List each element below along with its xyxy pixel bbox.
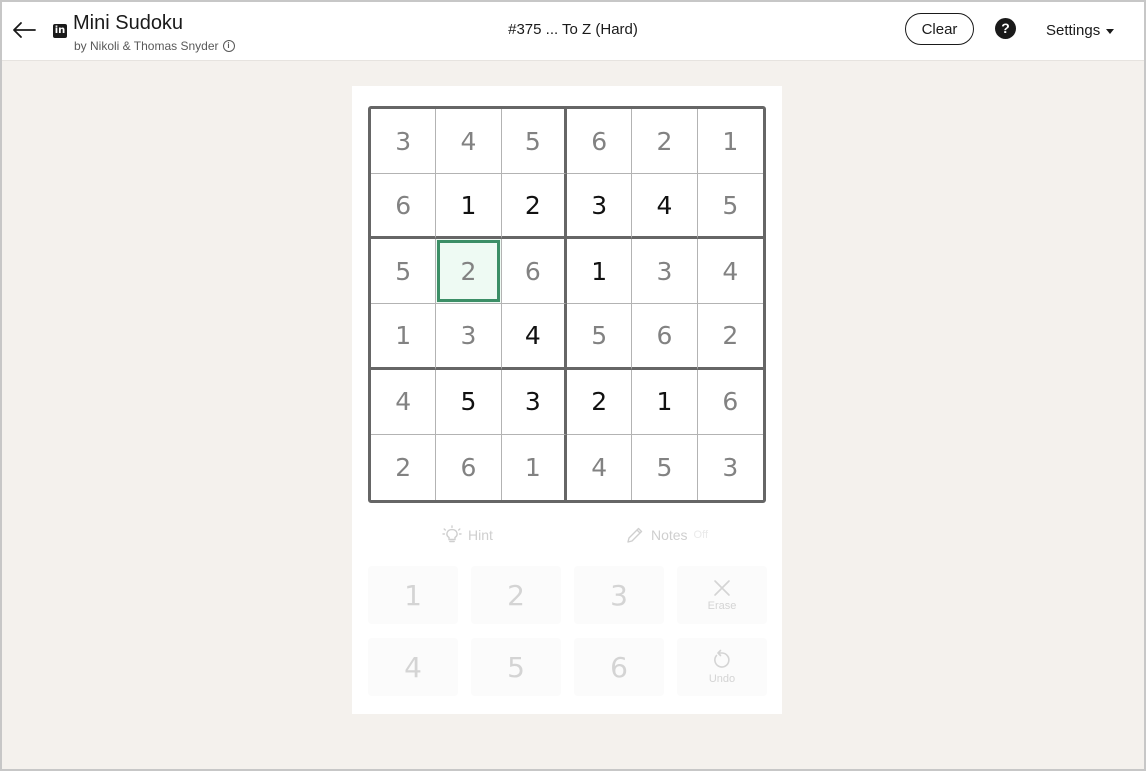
sudoku-board: 345621612345526134134562453216261453 xyxy=(368,106,766,503)
board-cell-r5c2[interactable]: 5 xyxy=(436,369,502,435)
settings-label: Settings xyxy=(1046,22,1101,39)
board-cell-r2c6[interactable]: 5 xyxy=(697,174,763,240)
board-cell-r3c2[interactable]: 2 xyxy=(436,239,502,305)
key-3-label: 3 xyxy=(610,578,628,612)
board-cell-r3c1[interactable]: 5 xyxy=(371,239,437,305)
board-cell-r2c5[interactable]: 4 xyxy=(632,174,698,240)
board-cell-r2c1[interactable]: 6 xyxy=(371,174,437,240)
board-cell-r3c4[interactable]: 1 xyxy=(567,239,633,305)
board-cell-r3c3[interactable]: 6 xyxy=(501,239,567,305)
board-cell-r1c5[interactable]: 2 xyxy=(632,109,698,175)
board-cell-r1c1[interactable]: 3 xyxy=(371,109,437,175)
board-cell-r4c2[interactable]: 3 xyxy=(436,304,502,370)
clear-button[interactable]: Clear xyxy=(905,13,974,45)
pencil-icon xyxy=(627,527,643,543)
board-cell-r1c6[interactable]: 1 xyxy=(697,109,763,175)
linkedin-logo-icon: in xyxy=(53,24,67,38)
key-5-label: 5 xyxy=(507,650,525,684)
board-cell-r5c4[interactable]: 2 xyxy=(567,369,633,435)
board-cell-r2c2[interactable]: 1 xyxy=(436,174,502,240)
puzzle-title: #375 ... To Z (Hard) xyxy=(508,21,638,38)
key-2[interactable]: 2 xyxy=(471,566,561,624)
board-cell-r1c3[interactable]: 5 xyxy=(501,109,567,175)
board-cell-r6c1[interactable]: 2 xyxy=(371,434,437,500)
settings-dropdown[interactable]: Settings xyxy=(1046,22,1115,39)
board-cell-r1c4[interactable]: 6 xyxy=(567,109,633,175)
hint-button[interactable]: Hint xyxy=(368,522,567,548)
key-2-label: 2 xyxy=(507,578,525,612)
board-cell-r6c3[interactable]: 1 xyxy=(502,434,567,500)
board-cell-r4c3[interactable]: 4 xyxy=(501,304,567,370)
help-icon[interactable]: ? xyxy=(995,18,1016,39)
arrow-left-icon xyxy=(13,22,36,38)
lightbulb-icon xyxy=(442,525,462,543)
board-cell-r2c4[interactable]: 3 xyxy=(567,174,633,240)
key-4-label: 4 xyxy=(404,650,422,684)
board-cell-r5c1[interactable]: 4 xyxy=(371,369,437,435)
board-cell-r3c5[interactable]: 3 xyxy=(632,239,698,305)
game-panel: 345621612345526134134562453216261453 Hin… xyxy=(352,86,782,714)
board-cell-r2c3[interactable]: 2 xyxy=(501,174,567,240)
key-1[interactable]: 1 xyxy=(368,566,458,624)
notes-toggle-state[interactable]: Off xyxy=(694,529,708,541)
erase-button[interactable]: Erase xyxy=(677,566,767,624)
board-cell-r3c6[interactable]: 4 xyxy=(697,239,763,305)
board-cell-r1c2[interactable]: 4 xyxy=(436,109,502,175)
key-6-label: 6 xyxy=(610,650,628,684)
board-cell-r6c6[interactable]: 3 xyxy=(698,435,763,500)
board-cell-r6c5[interactable]: 5 xyxy=(632,434,698,500)
board-cell-r4c1[interactable]: 1 xyxy=(371,304,437,370)
game-byline: by Nikoli & Thomas Snyder i xyxy=(74,39,235,53)
key-4[interactable]: 4 xyxy=(368,638,458,696)
undo-icon xyxy=(714,649,730,668)
board-cell-r6c2[interactable]: 6 xyxy=(436,434,502,500)
hint-label: Hint xyxy=(468,527,493,543)
undo-button[interactable]: Undo xyxy=(677,638,767,696)
board-cell-r5c3[interactable]: 3 xyxy=(501,369,567,435)
board-cell-r4c4[interactable]: 5 xyxy=(567,304,633,370)
key-6[interactable]: 6 xyxy=(574,638,664,696)
board-cell-r4c5[interactable]: 6 xyxy=(632,304,698,370)
board-cell-r4c6[interactable]: 2 xyxy=(697,304,763,370)
erase-label: Erase xyxy=(707,600,737,612)
app-header: in Mini Sudoku by Nikoli & Thomas Snyder… xyxy=(2,2,1144,61)
tool-bar: Hint Notes Off xyxy=(368,522,766,548)
board-cell-r5c5[interactable]: 1 xyxy=(632,369,698,435)
notes-button[interactable]: Notes Off xyxy=(567,522,766,548)
caret-down-icon xyxy=(1106,29,1115,34)
board-cell-r6c4[interactable]: 4 xyxy=(567,434,633,500)
undo-label: Undo xyxy=(708,673,736,685)
notes-label: Notes xyxy=(650,527,688,543)
game-title: Mini Sudoku xyxy=(73,12,184,34)
board-cell-r5c6[interactable]: 6 xyxy=(697,370,763,435)
back-button[interactable] xyxy=(10,16,38,44)
byline-text: by Nikoli & Thomas Snyder xyxy=(74,39,219,53)
close-icon xyxy=(714,580,730,596)
key-5[interactable]: 5 xyxy=(471,638,561,696)
info-icon[interactable]: i xyxy=(222,40,235,52)
number-keypad: 1 2 3 Erase 4 5 6 Undo xyxy=(368,566,767,696)
key-3[interactable]: 3 xyxy=(574,566,664,624)
key-1-label: 1 xyxy=(404,578,422,612)
